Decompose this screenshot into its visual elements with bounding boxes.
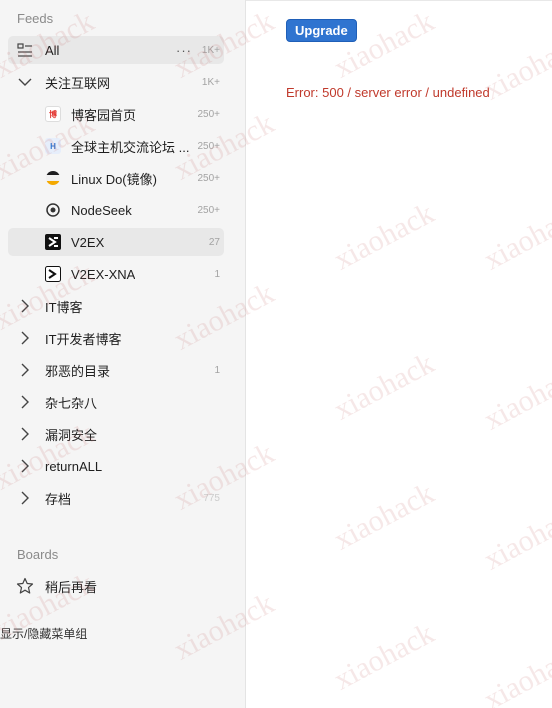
linuxdo-favicon-icon <box>44 169 62 187</box>
boards-section-title: Boards <box>17 547 59 562</box>
folder-label: 邪恶的目录 <box>45 363 111 379</box>
main-content: Upgrade Error: 500 / server error / unde… <box>246 0 552 708</box>
chevron-right-icon[interactable] <box>16 297 34 315</box>
folder-item[interactable]: 杂七杂八 <box>8 388 224 416</box>
upgrade-button[interactable]: Upgrade <box>286 19 357 42</box>
unread-count: 775 <box>203 492 220 504</box>
folder-item[interactable]: returnALL <box>8 452 224 480</box>
sidebar-item-label: All <box>45 42 60 58</box>
feed-label: 博客园首页 <box>71 107 137 123</box>
board-item-read-later[interactable]: 稍后再看 <box>8 572 224 600</box>
error-message: Error: 500 / server error / undefined <box>286 85 490 100</box>
folder-item[interactable]: IT博客 <box>8 292 224 320</box>
folder-item[interactable]: 漏洞安全 <box>8 420 224 448</box>
star-icon <box>16 577 34 595</box>
v2ex-favicon-icon <box>44 233 62 251</box>
toggle-menu-groups-link[interactable]: 显示/隐藏菜单组 <box>0 625 87 642</box>
unread-count: 250+ <box>197 108 220 120</box>
chevron-right-icon[interactable] <box>16 457 34 475</box>
feed-label: 全球主机交流论坛 ... <box>71 139 190 155</box>
chevron-right-icon[interactable] <box>16 329 34 347</box>
feed-label: V2EX-XNA <box>71 266 136 282</box>
sidebar-item-all[interactable]: All ··· 1K+ <box>8 36 224 64</box>
folder-label: 关注互联网 <box>45 75 111 91</box>
feed-item-active[interactable]: V2EX 27 <box>8 228 224 256</box>
cnblogs-favicon-icon: 博 <box>44 105 62 123</box>
feed-label: V2EX <box>71 234 105 250</box>
chevron-down-icon[interactable] <box>16 73 34 91</box>
unread-count: 250+ <box>197 172 220 184</box>
board-label: 稍后再看 <box>45 579 98 595</box>
v2ex-favicon-icon <box>44 265 62 283</box>
folder-item[interactable]: 存档 775 <box>8 484 224 512</box>
chevron-right-icon[interactable] <box>16 393 34 411</box>
unread-count: 1 <box>214 268 220 280</box>
unread-count: 250+ <box>197 204 220 216</box>
chevron-right-icon[interactable] <box>16 425 34 443</box>
unread-count: 1K+ <box>201 44 220 56</box>
feed-label: NodeSeek <box>71 202 132 218</box>
feed-item[interactable]: V2EX-XNA 1 <box>8 260 224 288</box>
folder-label: IT博客 <box>45 299 83 315</box>
feed-item[interactable]: 博 博客园首页 250+ <box>8 100 224 128</box>
chevron-right-icon[interactable] <box>16 361 34 379</box>
folder-label: returnALL <box>45 458 103 474</box>
folder-item[interactable]: 邪恶的目录 1 <box>8 356 224 384</box>
chevron-right-icon[interactable] <box>16 489 34 507</box>
feed-label: Linux Do(镜像) <box>71 171 157 187</box>
feeds-section-title: Feeds <box>17 11 54 26</box>
list-icon <box>16 41 34 59</box>
feed-item[interactable]: H 全球主机交流论坛 ... 250+ <box>8 132 224 160</box>
folder-item-open[interactable]: 关注互联网 1K+ <box>8 68 224 96</box>
feed-item[interactable]: NodeSeek 250+ <box>8 196 224 224</box>
hostloc-favicon-icon: H <box>44 137 62 155</box>
unread-count: 250+ <box>197 140 220 152</box>
sidebar: Feeds All ··· 1K+ 关注互联网 1K+ 博 博客园首页 250+… <box>0 0 246 708</box>
folder-label: 存档 <box>45 491 72 507</box>
folder-label: 杂七杂八 <box>45 395 98 411</box>
folder-label: 漏洞安全 <box>45 427 98 443</box>
folder-item[interactable]: IT开发者博客 <box>8 324 224 352</box>
unread-count: 27 <box>208 236 220 248</box>
unread-count: 1 <box>214 364 220 376</box>
more-options-icon[interactable]: ··· <box>176 43 192 58</box>
nodeseek-favicon-icon <box>44 201 62 219</box>
unread-count: 1K+ <box>201 76 220 88</box>
folder-label: IT开发者博客 <box>45 331 122 347</box>
feed-item[interactable]: Linux Do(镜像) 250+ <box>8 164 224 192</box>
